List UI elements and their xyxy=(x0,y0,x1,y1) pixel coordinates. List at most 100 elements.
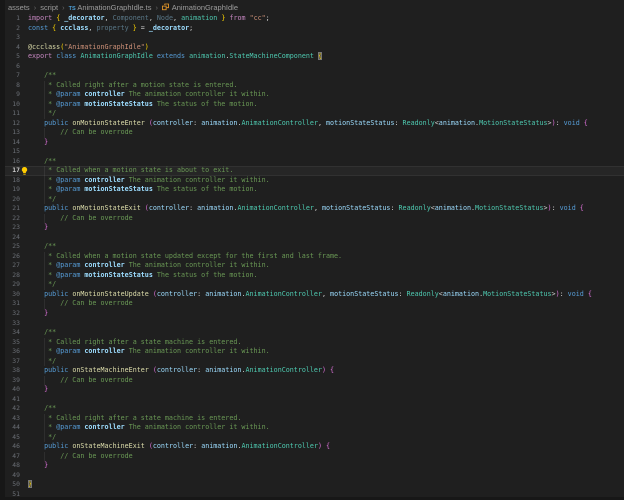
line-number[interactable]: 29 xyxy=(5,280,20,290)
line-number[interactable]: 19 xyxy=(5,185,20,195)
code-line[interactable]: 2 const { ccclass, property } = _decorato… xyxy=(0,24,624,34)
line-number[interactable]: 32 xyxy=(5,309,20,319)
code-line[interactable]: 20 */ xyxy=(0,194,624,205)
code-line[interactable]: 42 /** xyxy=(0,404,624,414)
line-number[interactable]: 46 xyxy=(5,442,20,452)
code-line[interactable]: 49 xyxy=(0,471,624,481)
line-number[interactable]: 41 xyxy=(5,395,20,405)
line-number[interactable]: 11 xyxy=(5,109,20,119)
line-number[interactable]: 31 xyxy=(5,299,20,309)
line-number[interactable]: 43 xyxy=(5,414,20,424)
line-number[interactable]: 26 xyxy=(5,252,20,262)
line-number[interactable]: 47 xyxy=(5,452,20,462)
code-line[interactable]: 38 public onStateMachineEnter (controlle… xyxy=(0,366,624,376)
breadcrumb-item-file[interactable]: TS AnimationGraphIdle.ts xyxy=(69,3,152,12)
code-line[interactable]: 23 } xyxy=(0,223,624,233)
code-line[interactable]: 24 xyxy=(0,233,624,243)
line-number[interactable]: 15 xyxy=(5,147,20,157)
code-line[interactable]: 46 public onStateMachineExit (controller… xyxy=(0,442,624,452)
line-number[interactable]: 4 xyxy=(5,43,20,53)
line-number[interactable]: 48 xyxy=(5,461,20,471)
breadcrumb-item-symbol[interactable]: AnimationGraphIdle xyxy=(162,3,238,12)
code-line[interactable]: 21 public onMotionStateExit (controller:… xyxy=(0,204,624,214)
code-line[interactable]: 10 * @param motionStateStatus The status… xyxy=(0,99,624,110)
code-line[interactable]: 18 * @param controller The animation con… xyxy=(0,175,624,186)
line-number[interactable]: 42 xyxy=(5,404,20,414)
breadcrumb-item-script[interactable]: script xyxy=(40,3,58,12)
code-line[interactable]: 37 */ xyxy=(0,356,624,367)
breadcrumb-item-assets[interactable]: assets xyxy=(8,3,30,12)
code-line[interactable]: 14 } xyxy=(0,138,624,148)
line-number[interactable]: 3 xyxy=(5,33,20,43)
code-line[interactable]: 34 /** xyxy=(0,328,624,338)
code-line[interactable]: 31 // Can be overrode xyxy=(0,299,624,309)
code-line[interactable]: 26 * Called when a motion state updated … xyxy=(0,251,624,262)
line-number[interactable]: 1 xyxy=(5,14,20,24)
code-line[interactable]: 7 /** xyxy=(0,71,624,81)
line-number[interactable]: 7 xyxy=(5,71,20,81)
line-number[interactable]: 40 xyxy=(5,385,20,395)
code-line[interactable]: 12 public onMotionStateEnter (controller… xyxy=(0,119,624,129)
lightbulb-icon[interactable] xyxy=(21,167,28,176)
line-number[interactable]: 25 xyxy=(5,242,20,252)
line-number[interactable]: 20 xyxy=(5,195,20,205)
code-line[interactable]: 33 xyxy=(0,319,624,329)
line-number[interactable]: 10 xyxy=(5,100,20,110)
code-line[interactable]: 43 * Called right after a state machine … xyxy=(0,413,624,424)
line-number[interactable]: 18 xyxy=(5,176,20,186)
line-number[interactable]: 27 xyxy=(5,261,20,271)
code-line[interactable]: 17 * Called when a motion state is about… xyxy=(0,166,624,176)
line-number[interactable]: 13 xyxy=(5,128,20,138)
code-editor[interactable]: 1 import { _decorator, Component, Node, a… xyxy=(0,14,624,499)
code-line[interactable]: 13 // Can be overrode xyxy=(0,128,624,138)
line-number[interactable]: 45 xyxy=(5,433,20,443)
code-line[interactable]: 27 * @param controller The animation con… xyxy=(0,261,624,271)
code-line[interactable]: 44 * @param controller The animation con… xyxy=(0,423,624,433)
line-number[interactable]: 35 xyxy=(5,338,20,348)
code-line[interactable]: 30 public onMotionStateUpdate (controlle… xyxy=(0,290,624,300)
line-number[interactable]: 39 xyxy=(5,376,20,386)
code-line[interactable]: 36 * @param controller The animation con… xyxy=(0,347,624,357)
line-number[interactable]: 6 xyxy=(5,62,20,72)
line-number[interactable]: 30 xyxy=(5,290,20,300)
code-line[interactable]: 29 */ xyxy=(0,280,624,290)
line-number[interactable]: 16 xyxy=(5,157,20,167)
code-line[interactable]: 4 @ccclass("AnimationGraphIdle") xyxy=(0,43,624,53)
code-line[interactable]: 11 */ xyxy=(0,109,624,119)
line-number[interactable]: 44 xyxy=(5,423,20,433)
code-line[interactable]: 45 */ xyxy=(0,432,624,443)
code-line[interactable]: 15 xyxy=(0,147,624,157)
code-line[interactable]: 25 /** xyxy=(0,242,624,252)
line-number[interactable]: 17 xyxy=(5,166,20,176)
line-number[interactable]: 22 xyxy=(5,214,20,224)
line-number[interactable]: 8 xyxy=(5,81,20,91)
line-number[interactable]: 36 xyxy=(5,347,20,357)
line-number[interactable]: 9 xyxy=(5,90,20,100)
code-line[interactable]: 48 } xyxy=(0,461,624,471)
line-number[interactable]: 28 xyxy=(5,271,20,281)
code-line[interactable]: 9 * @param controller The animation cont… xyxy=(0,90,624,100)
code-line[interactable]: 5 export class AnimationGraphIdle extends… xyxy=(0,52,624,62)
code-line[interactable]: 6 xyxy=(0,62,624,72)
line-number[interactable]: 5 xyxy=(5,52,20,62)
code-line[interactable]: 28 * @param motionStateStatus The status… xyxy=(0,270,624,281)
line-number[interactable]: 34 xyxy=(5,328,20,338)
code-line[interactable]: 3 xyxy=(0,33,624,43)
line-number[interactable]: 49 xyxy=(5,471,20,481)
code-line[interactable]: 40 } xyxy=(0,385,624,395)
line-number[interactable]: 24 xyxy=(5,233,20,243)
line-number[interactable]: 38 xyxy=(5,366,20,376)
code-line[interactable]: 19 * @param motionStateStatus The status… xyxy=(0,185,624,195)
code-line[interactable]: 22 // Can be overrode xyxy=(0,213,624,224)
code-line[interactable]: 16 /** xyxy=(0,157,624,167)
line-number[interactable]: 23 xyxy=(5,223,20,233)
code-line[interactable]: 1 import { _decorator, Component, Node, a… xyxy=(0,14,624,24)
line-number[interactable]: 14 xyxy=(5,138,20,148)
code-line[interactable]: 35 * Called right after a state machine … xyxy=(0,337,624,348)
code-line[interactable]: 47 // Can be overrode xyxy=(0,451,624,462)
code-line[interactable]: 50} xyxy=(0,480,624,490)
line-number[interactable]: 33 xyxy=(5,319,20,329)
code-line[interactable]: 32 } xyxy=(0,309,624,319)
code-line[interactable]: 41 xyxy=(0,395,624,405)
line-number[interactable]: 37 xyxy=(5,357,20,367)
